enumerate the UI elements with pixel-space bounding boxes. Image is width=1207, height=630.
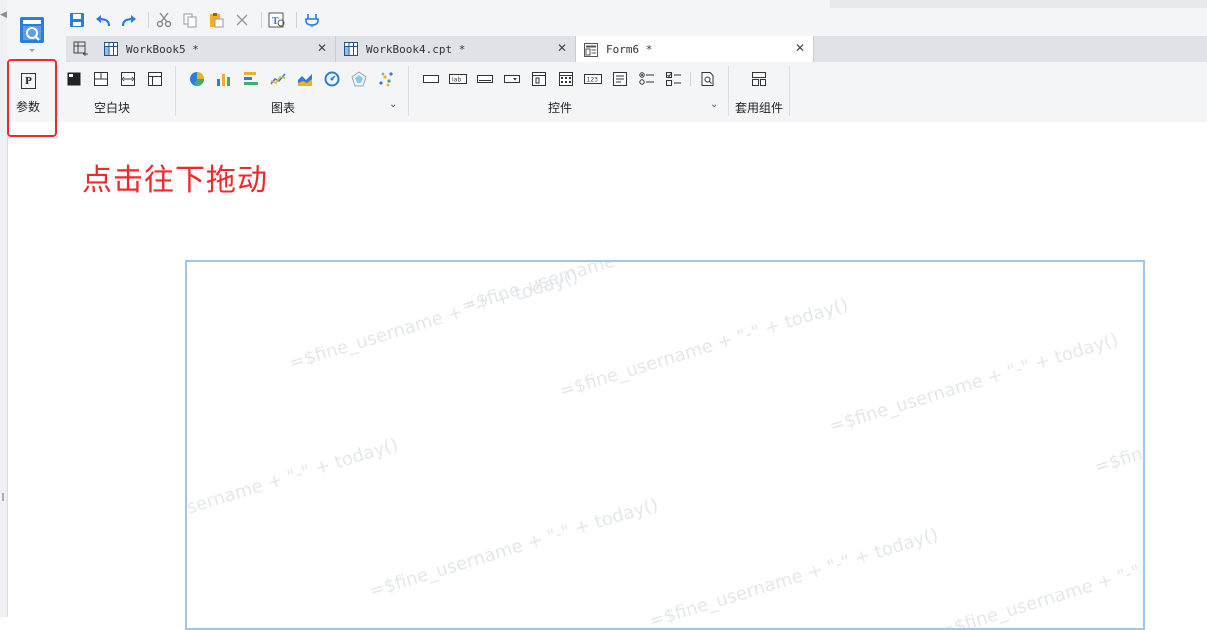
workbook-icon — [344, 41, 360, 57]
group-label-blank-block: 空白块 — [93, 101, 130, 115]
group-separator — [728, 66, 729, 116]
text-control-icon[interactable]: lab — [444, 68, 471, 90]
area-chart-icon[interactable] — [291, 68, 318, 90]
tab-workbook5[interactable]: WorkBook5 * ✕ — [96, 36, 336, 62]
save-icon[interactable] — [66, 10, 88, 30]
gauge-chart-icon[interactable] — [318, 68, 345, 90]
group-separator — [408, 66, 409, 116]
toolbar-separator — [690, 72, 691, 86]
label-control-icon[interactable] — [417, 68, 444, 90]
document-tab-bar: WorkBook5 * ✕ WorkBook4.cpt * ✕ Form6 * … — [66, 36, 1207, 63]
group-blank-block — [60, 68, 168, 90]
textarea-control-icon[interactable] — [606, 68, 633, 90]
chevron-down-icon[interactable]: ⌄ — [389, 99, 397, 110]
undo-icon[interactable] — [92, 10, 114, 30]
absolute-block-icon[interactable] — [87, 68, 114, 90]
checkbox-group-icon[interactable] — [660, 68, 687, 90]
group-chart — [183, 68, 399, 90]
frozen-block-icon[interactable] — [141, 68, 168, 90]
group-separator — [175, 66, 176, 116]
radar-chart-icon[interactable] — [345, 68, 372, 90]
watermark-text: =$fine_username + "-" + today() — [937, 534, 1145, 630]
report-designer-icon[interactable] — [13, 14, 51, 54]
highlight-box — [7, 59, 57, 137]
watermark-text: =$fine_username + "-" + today() — [647, 524, 941, 630]
cut-icon[interactable] — [153, 10, 175, 30]
tab-label: WorkBook5 * — [126, 42, 199, 56]
date-control-icon[interactable] — [525, 68, 552, 90]
group-control: lab 123 — [417, 68, 721, 90]
window-title-edge — [830, 0, 1207, 8]
scatter-chart-icon[interactable] — [372, 68, 399, 90]
calendar-control-icon[interactable] — [552, 68, 579, 90]
close-icon[interactable]: ✕ — [557, 41, 567, 55]
number-control-icon[interactable]: 123 — [579, 68, 606, 90]
collapse-left-icon[interactable]: ◀ — [0, 10, 7, 20]
hbar-chart-icon[interactable] — [237, 68, 264, 90]
svg-text:123: 123 — [586, 77, 598, 84]
watermark-text: =$fine_username + "-" + today() — [827, 329, 1121, 438]
form-design-canvas[interactable]: =$fine_username + "-" + today() =$fine_u… — [185, 260, 1145, 630]
text-preview-icon[interactable]: T — [266, 10, 288, 30]
watermark-text: =$fine_username + "-" + today() — [557, 294, 851, 403]
delete-icon[interactable] — [231, 10, 253, 30]
pie-chart-icon[interactable] — [183, 68, 210, 90]
workbook-icon — [104, 41, 120, 57]
toolbar-separator — [296, 12, 297, 28]
close-icon[interactable]: ✕ — [795, 41, 805, 55]
search-control-icon[interactable] — [694, 68, 721, 90]
chart-block-icon[interactable] — [60, 68, 87, 90]
tab-label: WorkBook4.cpt * — [366, 42, 466, 56]
close-icon[interactable]: ✕ — [317, 41, 327, 55]
combo-control-icon[interactable] — [498, 68, 525, 90]
watermark-text: =$fine_username + "-" + today() — [185, 434, 401, 543]
toolbar-separator — [148, 12, 149, 28]
radio-group-icon[interactable] — [633, 68, 660, 90]
watermark-text: =$fine_username + "-" + today() — [287, 266, 581, 375]
copy-icon[interactable] — [179, 10, 201, 30]
group-template-component — [745, 68, 772, 90]
new-document-icon[interactable] — [66, 36, 96, 62]
quick-access-toolbar: T — [66, 10, 327, 30]
form-icon — [584, 42, 600, 58]
chevron-down-icon[interactable]: ⌄ — [710, 99, 718, 110]
tab-form6[interactable]: Form6 * ✕ — [576, 36, 814, 63]
group-label-control: 控件 — [547, 101, 572, 115]
tab-label: Form6 * — [606, 43, 653, 56]
button-control-icon[interactable] — [471, 68, 498, 90]
watermark-text: =$fine_username + "-" + today() — [1092, 370, 1145, 479]
resize-grip-icon[interactable]: ‖ — [1, 492, 5, 501]
watermark-text: =$fine_username + "-" + today() — [367, 494, 661, 603]
group-separator — [789, 66, 790, 116]
plugin-icon[interactable] — [301, 10, 323, 30]
svg-text:lab: lab — [452, 77, 461, 84]
group-label-chart: 图表 — [270, 101, 295, 115]
toolbar-separator — [261, 12, 262, 28]
tab-workbook4[interactable]: WorkBook4.cpt * ✕ — [336, 36, 576, 62]
group-label-template-component: 套用组件 — [734, 101, 783, 115]
redo-icon[interactable] — [118, 10, 140, 30]
annotation-text: 点击往下拖动 — [82, 163, 268, 198]
bar-chart-icon[interactable] — [210, 68, 237, 90]
tab-block-icon[interactable] — [114, 68, 141, 90]
template-component-icon[interactable] — [745, 68, 772, 90]
paste-icon[interactable] — [205, 10, 227, 30]
line-chart-icon[interactable] — [264, 68, 291, 90]
